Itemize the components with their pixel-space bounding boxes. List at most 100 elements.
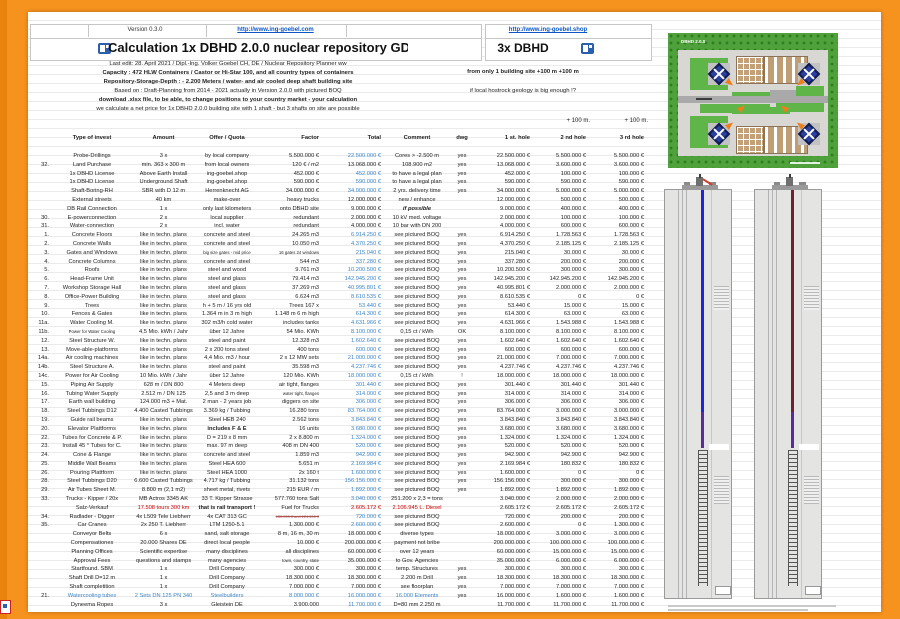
cell-hole1-cost: 35.000.000 € bbox=[479, 557, 532, 566]
cell-dwg-flag bbox=[451, 504, 473, 513]
cell-hole2-cost: 63.000 € bbox=[532, 310, 588, 319]
cell-hole3-cost: 1.600.000 € bbox=[588, 592, 646, 601]
cell-amount: 6 x bbox=[132, 530, 195, 539]
cell-comment: see pictured BOQ bbox=[383, 521, 451, 530]
cell-row-number bbox=[30, 601, 52, 610]
cell-total: 1.892.000 € bbox=[321, 486, 383, 495]
cell-type-of-invest: Probe-Drillings bbox=[52, 152, 132, 161]
cell-hole1-cost: 9.000.000 € bbox=[479, 205, 532, 214]
cell-offer-quota: Steel HEA 600 bbox=[195, 460, 259, 469]
info-line: Capacity : 472 HLW Containers / Castor o… bbox=[38, 69, 418, 78]
col-header-amount: Amount bbox=[132, 134, 195, 143]
cell-total: 11.700.000 € bbox=[321, 601, 383, 610]
cell-hole1-cost: 11.700.000 € bbox=[479, 601, 532, 610]
building-lift-house bbox=[736, 126, 764, 154]
cell-row-number: 34. bbox=[30, 513, 52, 522]
cell-offer-quota: that is rail transport ! bbox=[195, 504, 259, 513]
cell-row-number bbox=[30, 187, 52, 196]
cell-offer-quota: 1.364 m in 3 m high bbox=[195, 310, 259, 319]
cell-hole3-cost: 3.600.000 € bbox=[588, 161, 646, 170]
cell-dwg-flag: yes bbox=[451, 152, 473, 161]
cell-amount: like in techn. plans bbox=[132, 240, 195, 249]
cell-factor: 2 x 12 MW sets bbox=[259, 354, 321, 363]
cell-type-of-invest: Planning Offices bbox=[52, 548, 132, 557]
cell-hole1-cost: 301.440 € bbox=[479, 381, 532, 390]
cell-comment: see pictured BOQ bbox=[383, 319, 451, 328]
building-lift-house bbox=[736, 56, 764, 84]
cell-row-number: 11a. bbox=[30, 319, 52, 328]
cell-hole1-cost: 590.000 € bbox=[479, 178, 532, 187]
cell-row-number bbox=[30, 504, 52, 513]
table-row: 23.Install 45 ° Tubes for C.like in tech… bbox=[30, 442, 650, 451]
cell-comment: see pictured BOQ bbox=[383, 337, 451, 346]
table-row: Shaft-Boring-RHSBR with D 12 mHerrenknec… bbox=[30, 187, 650, 196]
cell-amount: like in techn. plans bbox=[132, 275, 195, 284]
cell-dwg-flag: yes bbox=[451, 416, 473, 425]
cell-total: 53.440 € bbox=[321, 302, 383, 311]
cell-comment: 2.200 m Drill bbox=[383, 574, 451, 583]
cell-dwg-flag: yes bbox=[451, 170, 473, 179]
cell-row-number: 14c. bbox=[30, 372, 52, 381]
cell-factor: diggers on site bbox=[259, 398, 321, 407]
cell-factor: 79.414 m3 bbox=[259, 275, 321, 284]
cell-total: 314.000 € bbox=[321, 390, 383, 399]
cell-hole3-cost: 3.000.000 € bbox=[588, 530, 646, 539]
cell-total: 2.000.000 € bbox=[321, 214, 383, 223]
cell-hole2-cost: 7.000.000 € bbox=[532, 354, 588, 363]
cell-offer-quota: Steelbuilders bbox=[195, 592, 259, 601]
cell-total: 452.000 € bbox=[321, 170, 383, 179]
table-row: 19.Guide rail beamslike in techn. plansS… bbox=[30, 416, 650, 425]
table-row: DB Rail Connection1 xonly last kilometer… bbox=[30, 205, 650, 214]
cell-hole1-cost: 18.300.000 € bbox=[479, 574, 532, 583]
info-line: Last edit: 28. April 2021 / Dipl.-Ing. V… bbox=[38, 60, 418, 69]
cell-amount: like in techn. plans bbox=[132, 442, 195, 451]
cell-offer-quota: 33 T. Kipper Strasse bbox=[195, 495, 259, 504]
col-header-number bbox=[30, 134, 52, 143]
cell-amount: like in techn. plans bbox=[132, 337, 195, 346]
cell-hole3-cost: 5.500.000 € bbox=[588, 152, 646, 161]
website-link-shop[interactable]: http://www.ing-goebel.shop bbox=[448, 24, 648, 37]
website-link-com[interactable]: http://www.ing-goebel.com bbox=[208, 24, 343, 37]
table-row: 34.Radlader - Digger4x L509 Tele Liebher… bbox=[30, 513, 650, 522]
cell-amount: 20.000 Shares DE bbox=[132, 539, 195, 548]
cell-amount: like in techn. plans bbox=[132, 284, 195, 293]
cell-hole1-cost: 2.600.000 € bbox=[479, 521, 532, 530]
shaft-pipe-blue bbox=[701, 190, 704, 420]
cell-hole1-cost: 1.602.640 € bbox=[479, 337, 532, 346]
cell-type-of-invest: Trucks - Kipper / 20x bbox=[52, 495, 132, 504]
shaft-column bbox=[664, 189, 732, 599]
col-header-dwg: dwg bbox=[451, 134, 473, 143]
cell-type-of-invest: Concrete Floors bbox=[52, 231, 132, 240]
cell-type-of-invest: Concrete Columns bbox=[52, 258, 132, 267]
table-row: Planning OfficesScientific expertisemany… bbox=[30, 548, 650, 557]
cell-amount: 17.508 tours 300 km bbox=[132, 504, 195, 513]
cell-type-of-invest: Elevator Plattforms bbox=[52, 425, 132, 434]
cell-hole1-cost: 452.000 € bbox=[479, 170, 532, 179]
cell-total: 614.300 € bbox=[321, 310, 383, 319]
cell-factor: air tight, flanges bbox=[259, 381, 321, 390]
cell-offer-quota: Drill Company bbox=[195, 565, 259, 574]
cell-type-of-invest: Water Cooling M. bbox=[52, 319, 132, 328]
cell-dwg-flag: yes bbox=[451, 425, 473, 434]
borehole-diagram-left bbox=[662, 183, 746, 603]
cell-hole2-cost: 1.602.640 € bbox=[532, 337, 588, 346]
cell-dwg-flag: yes bbox=[451, 258, 473, 267]
cell-factor: 10.050 m3 bbox=[259, 240, 321, 249]
info-line: we calculate a net price for 1x DBHD 2.0… bbox=[38, 105, 418, 114]
cell-hole1-cost: 60.000.000 € bbox=[479, 548, 532, 557]
cell-hole3-cost: 4.237.746 € bbox=[588, 363, 646, 372]
cell-comment: see pictured BOQ bbox=[383, 381, 451, 390]
cell-hole3-cost: 100.000 € bbox=[588, 170, 646, 179]
cell-amount: 2x 250 T. Liebherr bbox=[132, 521, 195, 530]
cell-hole2-cost: 18.300.000 € bbox=[532, 574, 588, 583]
cell-hole3-cost: 500.000 € bbox=[588, 196, 646, 205]
cell-hole3-cost: 300.000 € bbox=[588, 565, 646, 574]
cell-factor: 34.000.000 € bbox=[259, 187, 321, 196]
cell-hole1-cost: 1.324.000 € bbox=[479, 434, 532, 443]
cell-comment: see pictured BOQ bbox=[383, 398, 451, 407]
cell-hole1-cost: 142.945.200 € bbox=[479, 275, 532, 284]
cell-dwg-flag bbox=[451, 521, 473, 530]
cell-total: 22.500.000 € bbox=[321, 152, 383, 161]
cell-row-number: 10. bbox=[30, 310, 52, 319]
table-row: 12.Steel Structure W.like in techn. plan… bbox=[30, 337, 650, 346]
